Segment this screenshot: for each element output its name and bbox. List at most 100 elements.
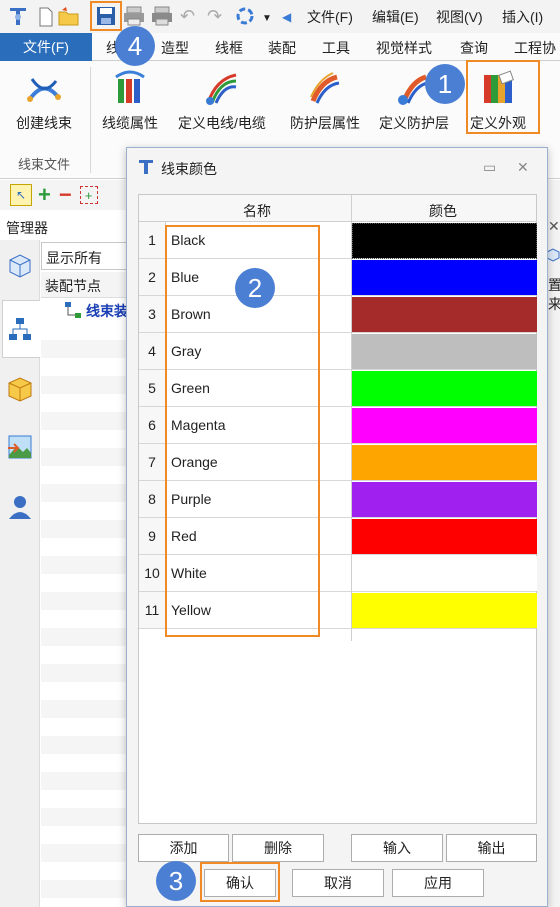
apply-button[interactable]: 应用 [392,869,484,897]
color-swatch-cell[interactable] [352,260,537,295]
header-color: 颜色 [429,203,457,219]
color-swatch-cell[interactable] [352,371,537,406]
create-harness-button[interactable]: 创建线束 [16,63,72,133]
define-wire-cable-icon [205,73,237,105]
cable-properties-button[interactable]: 线缆属性 [102,63,158,133]
callout-4: 4 [115,26,155,66]
new-file-icon[interactable] [38,5,54,29]
cancel-button[interactable]: 取消 [292,869,384,897]
remove-icon[interactable]: − [59,182,72,208]
part-box-icon[interactable] [6,375,34,403]
add-icon[interactable]: + [38,182,51,208]
color-swatch-cell[interactable] [352,297,537,332]
callout-2: 2 [235,268,275,308]
print-preview-icon[interactable] [151,4,173,28]
cable-properties-label: 线缆属性 [102,115,158,131]
menu-insert[interactable]: 插入(I) [502,7,543,27]
row-number: 6 [139,407,166,443]
tab-wireframe[interactable]: 线框 [215,38,243,58]
row-number: 1 [139,222,166,258]
app-logo-icon [6,5,30,29]
hierarchy-tree-icon[interactable] [6,315,34,343]
protection-layer-properties-button[interactable]: 防护层属性 [290,63,360,133]
dialog-close-icon[interactable]: ✕ [517,159,529,176]
define-wire-cable-button[interactable]: 定义电线/电缆 [178,63,266,133]
define-appearance-highlight-box [466,60,540,134]
import-button[interactable]: 输入 [351,834,443,862]
tab-file[interactable]: 文件(F) [0,33,92,61]
harness-color-dialog: 线束颜色 ▭ ✕ 名称 颜色 1 Black 2 Blue 3 Brown 4 Gray 5 Gr… [126,147,548,907]
tab-tools[interactable]: 工具 [322,38,350,58]
tree-background [41,322,130,907]
define-wire-cable-label: 定义电线/电缆 [178,115,266,131]
row-number: 9 [139,518,166,554]
tab-assembly[interactable]: 装配 [268,38,296,58]
color-swatch-cell[interactable] [352,556,537,591]
selected-cell [352,223,537,259]
right-edge-char-2: 来 [548,296,560,312]
save-highlight-box [90,1,122,31]
ribbon-group-label: 线束文件 [18,157,71,172]
right-edge-char-1: 置 [548,277,560,293]
undo-icon[interactable]: ↶ [180,4,195,28]
tab-engineering[interactable]: 工程协 [514,38,556,58]
open-file-icon[interactable] [58,5,80,29]
row-number: 11 [139,592,166,628]
row-number: 2 [139,259,166,295]
color-swatch-cell[interactable] [352,593,537,628]
redo-icon[interactable]: ↷ [207,4,222,28]
cable-properties-icon [115,70,145,103]
row-number: 10 [139,555,166,591]
menu-file[interactable]: 文件(F) [307,7,353,27]
column-separator [351,195,352,641]
table-header: 名称 颜色 [139,195,536,222]
select-tool-icon[interactable]: ↖ [10,184,32,206]
row-number: 5 [139,370,166,406]
harness-node-icon [65,302,81,318]
dialog-titlebar: 线束颜色 ▭ ✕ [127,148,547,186]
color-swatch-cell[interactable] [352,408,537,443]
dialog-title: 线束颜色 [161,161,217,177]
menu-view[interactable]: 视图(V) [436,7,483,27]
quick-access-toolbar: ↶ ↷ ▼ ◀ 文件(F) 编辑(E) 视图(V) 插入(I) [0,0,560,33]
add-button[interactable]: 添加 [138,834,229,862]
dialog-help-icon[interactable]: ▭ [483,159,496,176]
callout-3: 3 [156,861,196,901]
create-harness-icon [27,78,61,102]
row-number: 4 [139,333,166,369]
assembly-cube-icon[interactable] [6,252,34,280]
tab-query[interactable]: 查询 [460,38,488,58]
callout-1: 1 [425,64,465,104]
create-harness-label: 创建线束 [16,115,72,131]
define-protection-layer-label: 定义防护层 [379,115,449,131]
dialog-app-icon [139,160,153,174]
delete-button[interactable]: 删除 [232,834,324,862]
ribbon-group-separator [90,67,91,173]
protection-layer-properties-label: 防护层属性 [290,115,360,131]
dropdown-arrow-icon[interactable]: ▼ [262,6,272,30]
tab-modeling[interactable]: 造型 [161,38,189,58]
filter-dropdown[interactable]: 显示所有 [41,242,130,270]
row-number: 8 [139,481,166,517]
color-swatch-cell[interactable] [352,334,537,369]
menu-edit[interactable]: 编辑(E) [372,7,419,27]
color-swatch-cell[interactable] [352,482,537,517]
menu-scroll-left-icon[interactable]: ◀ [282,5,291,29]
ok-highlight-box [200,862,280,902]
ribbon-tabs: 文件(F) 线 造型 线框 装配 工具 视觉样式 查询 工程协 [0,33,560,61]
image-import-icon[interactable] [6,433,34,461]
tab-visual-style[interactable]: 视觉样式 [376,38,432,58]
right-close-icon[interactable]: ✕ [548,218,560,235]
insert-icon[interactable]: + [79,186,98,204]
manager-toolbar: ↖ + − + [0,180,130,210]
color-table: 名称 颜色 1 Black 2 Blue 3 Brown 4 Gray 5 Green 6 Magen… [138,194,537,824]
print-icon[interactable] [123,4,145,28]
rebuild-icon[interactable] [234,4,256,28]
row-number: 3 [139,296,166,332]
export-button[interactable]: 输出 [446,834,537,862]
header-name: 名称 [243,203,271,219]
color-swatch-cell[interactable] [352,445,537,480]
user-icon[interactable] [6,493,34,521]
tree-column-header: 装配节点 [41,272,130,298]
color-swatch-cell[interactable] [352,519,537,554]
